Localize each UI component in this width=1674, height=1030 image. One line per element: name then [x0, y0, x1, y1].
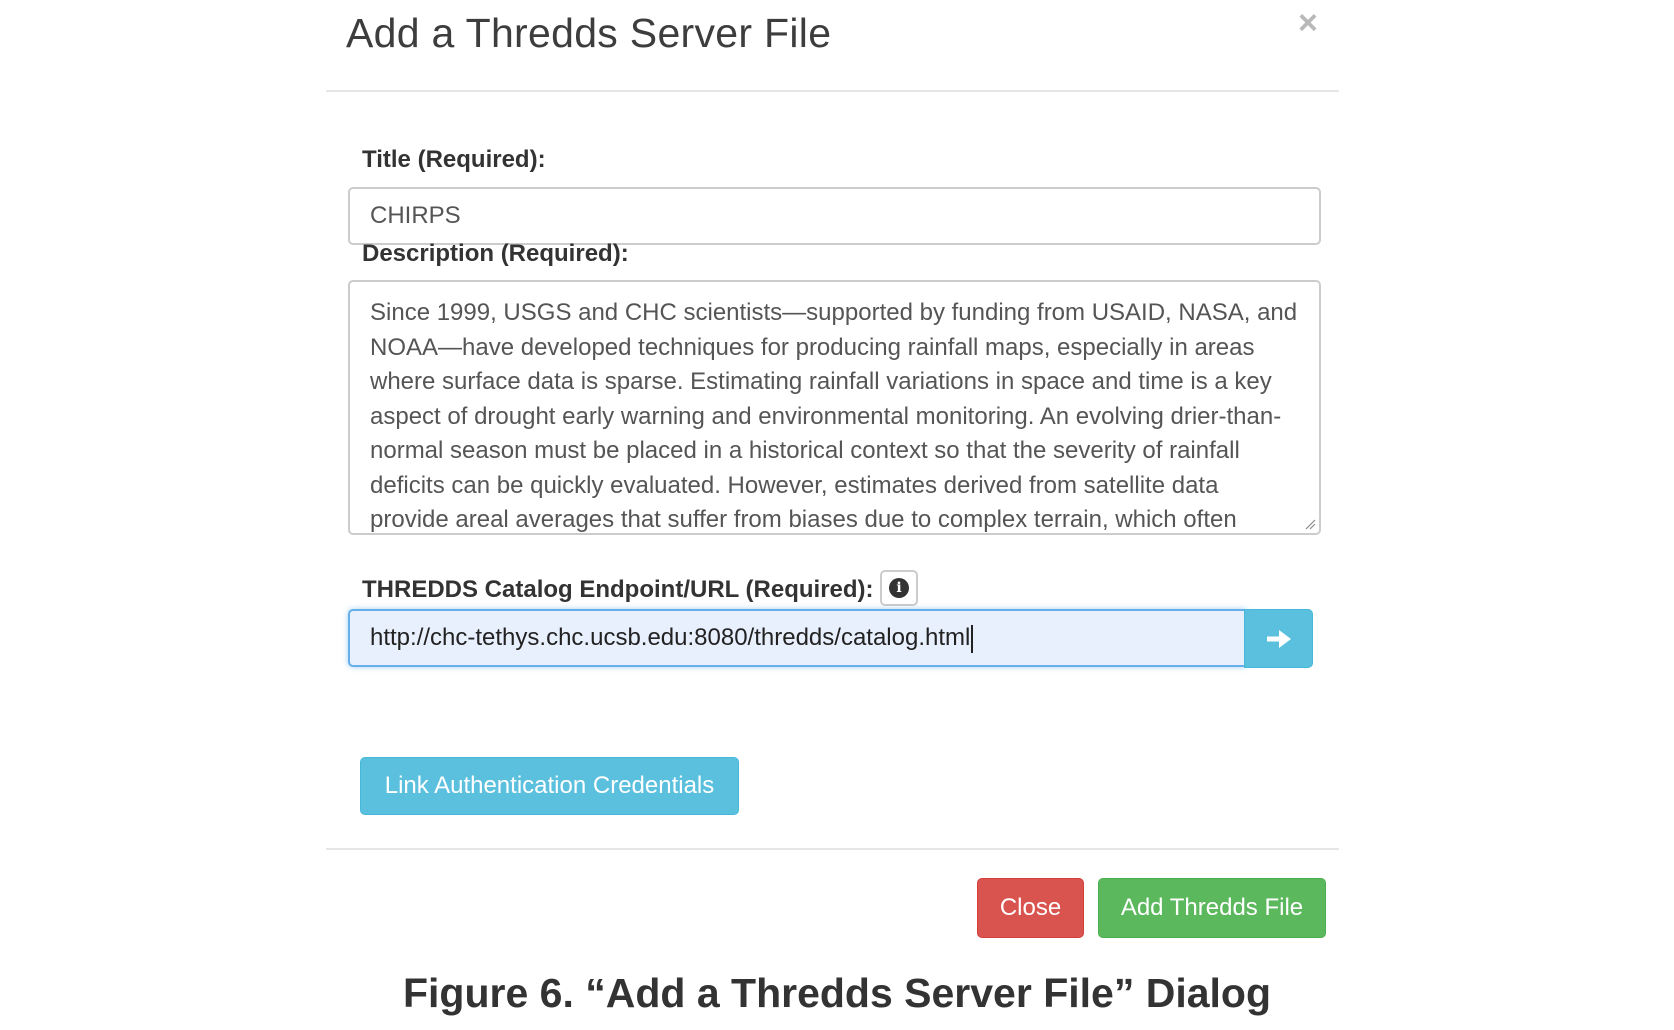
figure-caption: Figure 6. “Add a Thredds Server File” Di… — [402, 970, 1272, 1016]
description-text: Since 1999, USGS and CHC scientists—supp… — [370, 299, 1298, 533]
arrow-right-icon — [1266, 629, 1291, 648]
title-label: Title (Required): — [362, 146, 546, 173]
dialog-title: Add a Thredds Server File — [346, 10, 832, 56]
info-button[interactable]: i — [880, 570, 918, 606]
url-label: THREDDS Catalog Endpoint/URL (Required): — [362, 576, 874, 603]
thredds-url-input[interactable]: http://chc-tethys.chc.ucsb.edu:8080/thre… — [348, 609, 1246, 667]
url-text: http://chc-tethys.chc.ucsb.edu:8080/thre… — [370, 624, 971, 651]
link-credentials-button[interactable]: Link Authentication Credentials — [360, 757, 739, 815]
add-thredds-file-button[interactable]: Add Thredds File — [1098, 878, 1326, 938]
footer-divider — [326, 848, 1339, 850]
add-thredds-dialog: Add a Thredds Server File × Title (Requi… — [326, 0, 1339, 950]
header-divider — [326, 90, 1339, 92]
title-input[interactable]: CHIRPS — [348, 187, 1321, 245]
description-label: Description (Required): — [362, 240, 629, 267]
info-circle-icon: i — [889, 578, 909, 598]
description-textarea[interactable]: Since 1999, USGS and CHC scientists—supp… — [348, 280, 1321, 535]
resize-grip-icon[interactable] — [1304, 518, 1316, 530]
go-button[interactable] — [1244, 609, 1313, 668]
close-icon[interactable]: × — [1298, 6, 1318, 40]
text-caret — [971, 624, 974, 653]
close-button[interactable]: Close — [977, 878, 1084, 938]
